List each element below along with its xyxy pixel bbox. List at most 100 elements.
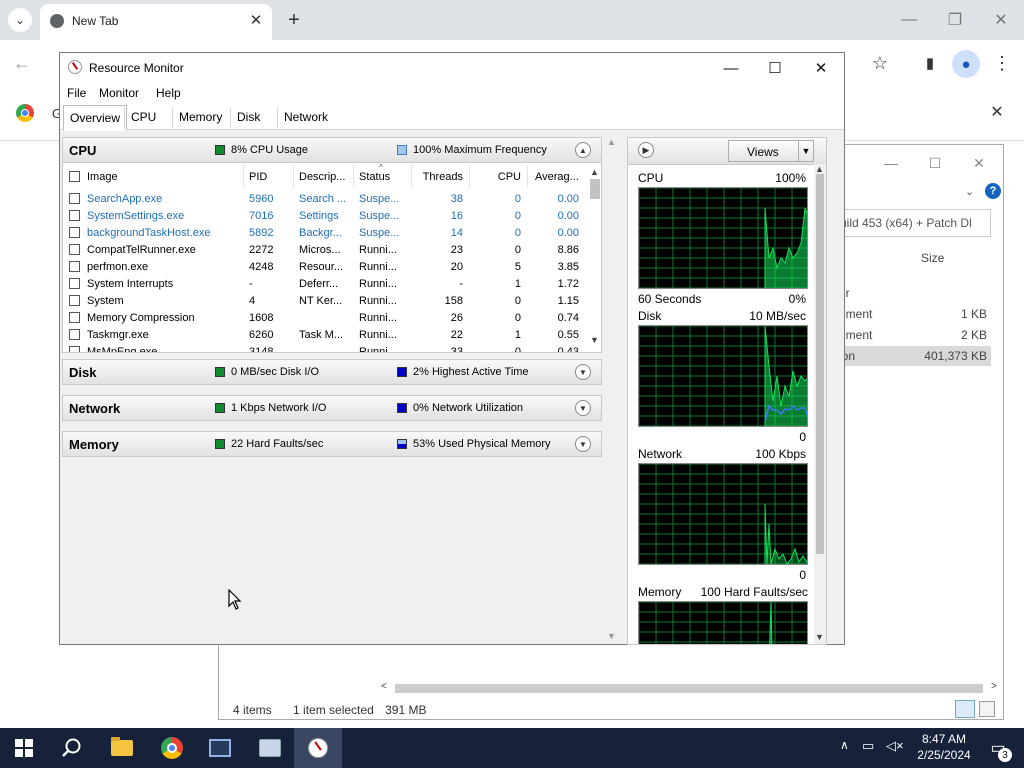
- row-checkbox[interactable]: [69, 244, 80, 255]
- scroll-thumb[interactable]: [590, 179, 600, 199]
- col-pid[interactable]: PID: [249, 171, 267, 183]
- tab-search-chevron-icon[interactable]: ⌄: [8, 8, 32, 32]
- table-row[interactable]: System 4 NT Ker... Runni... 158 0 1.15: [63, 293, 587, 310]
- details-view-icon[interactable]: [955, 700, 975, 718]
- row-checkbox[interactable]: [69, 210, 80, 221]
- tab-disk[interactable]: Disk: [230, 107, 266, 129]
- large-icons-view-icon[interactable]: [979, 701, 995, 717]
- row-checkbox[interactable]: [69, 193, 80, 204]
- scroll-up-icon[interactable]: ▲: [815, 164, 824, 174]
- file-row[interactable]: ument 2 KB: [829, 325, 991, 345]
- resource-monitor-taskbar-icon[interactable]: [294, 728, 342, 768]
- new-tab-button[interactable]: +: [282, 8, 306, 32]
- table-row[interactable]: perfmon.exe 4248 Resour... Runni... 20 5 3.85: [63, 259, 587, 276]
- table-row[interactable]: Taskmgr.exe 6260 Task M... Runni... 22 1 0.55: [63, 327, 587, 344]
- infobar-close-icon[interactable]: ✕: [986, 101, 1008, 123]
- back-arrow-icon[interactable]: ←: [8, 50, 36, 76]
- network-section-header[interactable]: Network 1 Kbps Network I/O 0% Network Ut…: [62, 395, 602, 421]
- title-bar[interactable]: Resource Monitor — ☐ ✕: [60, 53, 844, 83]
- menu-file[interactable]: File: [67, 86, 86, 100]
- table-row[interactable]: CompatTelRunner.exe 2272 Micros... Runni...…: [63, 242, 587, 259]
- table-row[interactable]: SearchApp.exe 5960 Search ... Suspe... 38 0 0.…: [63, 191, 587, 208]
- col-description[interactable]: Descrip...: [299, 171, 345, 183]
- bookmark-star-icon[interactable]: ☆: [866, 50, 894, 76]
- disk-section-header[interactable]: Disk 0 MB/sec Disk I/O 2% Highest Active…: [62, 359, 602, 385]
- tab-new-tab[interactable]: New Tab ✕: [40, 4, 272, 40]
- expand-chevron-down-icon[interactable]: ▼: [575, 400, 591, 416]
- clock[interactable]: 8:47 AM 2/25/2024: [912, 731, 976, 763]
- minimize-icon[interactable]: —: [886, 0, 932, 40]
- col-image[interactable]: Image: [87, 171, 118, 183]
- explorer-close-icon[interactable]: ✕: [959, 151, 999, 175]
- tab-network[interactable]: Network: [277, 107, 334, 129]
- close-icon[interactable]: ✕: [798, 53, 844, 83]
- file-row[interactable]: ument 1 KB: [829, 304, 991, 324]
- scroll-down-icon[interactable]: ▼: [590, 335, 599, 345]
- col-threads[interactable]: Threads: [417, 171, 463, 183]
- size-column-header[interactable]: Size: [921, 251, 944, 265]
- file-row-selected[interactable]: ion 401,373 KB: [829, 346, 991, 366]
- col-status[interactable]: Status: [359, 171, 390, 183]
- close-window-icon[interactable]: ✕: [978, 0, 1024, 40]
- scroll-thumb[interactable]: [816, 174, 824, 554]
- search-icon[interactable]: [48, 728, 96, 768]
- file-row[interactable]: er: [829, 283, 991, 303]
- row-checkbox[interactable]: [69, 295, 80, 306]
- table-row[interactable]: SystemSettings.exe 7016 Settings Suspe... 16…: [63, 208, 587, 225]
- menu-help[interactable]: Help: [156, 86, 181, 100]
- restore-icon[interactable]: ❐: [932, 0, 978, 40]
- row-checkbox[interactable]: [69, 261, 80, 272]
- row-checkbox[interactable]: [69, 227, 80, 238]
- table-row[interactable]: System Interrupts - Deferr... Runni... - 1 1.7…: [63, 276, 587, 293]
- maximize-icon[interactable]: ☐: [752, 53, 798, 83]
- main-pane-scrollbar[interactable]: ▲ ▼: [605, 137, 619, 645]
- profile-avatar-icon[interactable]: ●: [952, 50, 980, 78]
- explorer-minimize-icon[interactable]: —: [871, 151, 911, 175]
- row-checkbox[interactable]: [69, 278, 80, 289]
- cpu-section-header[interactable]: CPU 8% CPU Usage 100% Maximum Frequency …: [62, 137, 602, 163]
- scroll-down-icon[interactable]: ▼: [607, 631, 616, 641]
- col-cpu[interactable]: CPU: [475, 171, 521, 183]
- action-center-icon[interactable]: ▭ 3: [980, 732, 1016, 764]
- cpu-table-scrollbar[interactable]: ▲ ▼: [588, 167, 601, 347]
- tab-memory[interactable]: Memory: [172, 107, 228, 129]
- expand-chevron-down-icon[interactable]: ▼: [575, 364, 591, 380]
- collapse-graphs-chevron-right-icon[interactable]: ▶: [638, 142, 654, 158]
- graphs-scrollbar[interactable]: ▲ ▼: [814, 164, 826, 644]
- scroll-up-icon[interactable]: ▲: [607, 137, 616, 147]
- row-checkbox[interactable]: [69, 312, 80, 323]
- network-tray-icon[interactable]: ▭: [862, 738, 874, 754]
- chrome-taskbar-icon[interactable]: [148, 728, 196, 768]
- row-checkbox[interactable]: [69, 329, 80, 340]
- tab-cpu[interactable]: CPU: [124, 107, 162, 129]
- scroll-down-icon[interactable]: ▼: [815, 632, 824, 642]
- volume-muted-icon[interactable]: ◁×: [886, 738, 904, 754]
- scroll-left-icon[interactable]: <: [381, 681, 387, 692]
- media-player-icon[interactable]: [196, 728, 244, 768]
- tab-overview[interactable]: Overview: [63, 105, 128, 131]
- show-hidden-icons-chevron-icon[interactable]: ∧: [840, 738, 849, 752]
- table-row[interactable]: Memory Compression 1608 Runni... 26 0 0.74: [63, 310, 587, 327]
- collapse-chevron-up-icon[interactable]: ▲: [575, 142, 591, 158]
- side-panel-icon[interactable]: ▮: [916, 50, 944, 76]
- file-explorer-folder-icon[interactable]: [98, 728, 146, 768]
- scroll-up-icon[interactable]: ▲: [590, 167, 599, 177]
- expand-chevron-down-icon[interactable]: ▼: [575, 436, 591, 452]
- control-panel-icon[interactable]: [246, 728, 294, 768]
- views-dropdown[interactable]: Views ▼: [728, 140, 814, 162]
- minimize-icon[interactable]: —: [708, 53, 754, 83]
- ribbon-expand-chevron-icon[interactable]: ⌄: [965, 185, 974, 198]
- tab-close-icon[interactable]: ✕: [246, 10, 266, 30]
- help-icon[interactable]: ?: [985, 183, 1001, 199]
- table-row[interactable]: backgroundTaskHost.exe 5892 Backgr... Suspe…: [63, 225, 587, 242]
- horizontal-scrollbar[interactable]: < >: [379, 681, 999, 695]
- memory-section-header[interactable]: Memory 22 Hard Faults/sec 53% Used Physi…: [62, 431, 602, 457]
- col-average[interactable]: Averag...: [535, 171, 579, 183]
- start-windows-icon[interactable]: [0, 728, 48, 768]
- menu-monitor[interactable]: Monitor: [99, 86, 139, 100]
- select-all-checkbox[interactable]: [69, 171, 80, 182]
- explorer-search-box[interactable]: uild 453 (x64) + Patch Dl: [829, 209, 991, 237]
- scroll-right-icon[interactable]: >: [991, 681, 997, 692]
- more-menu-icon[interactable]: ⋮: [988, 50, 1016, 76]
- explorer-maximize-icon[interactable]: ☐: [915, 151, 955, 175]
